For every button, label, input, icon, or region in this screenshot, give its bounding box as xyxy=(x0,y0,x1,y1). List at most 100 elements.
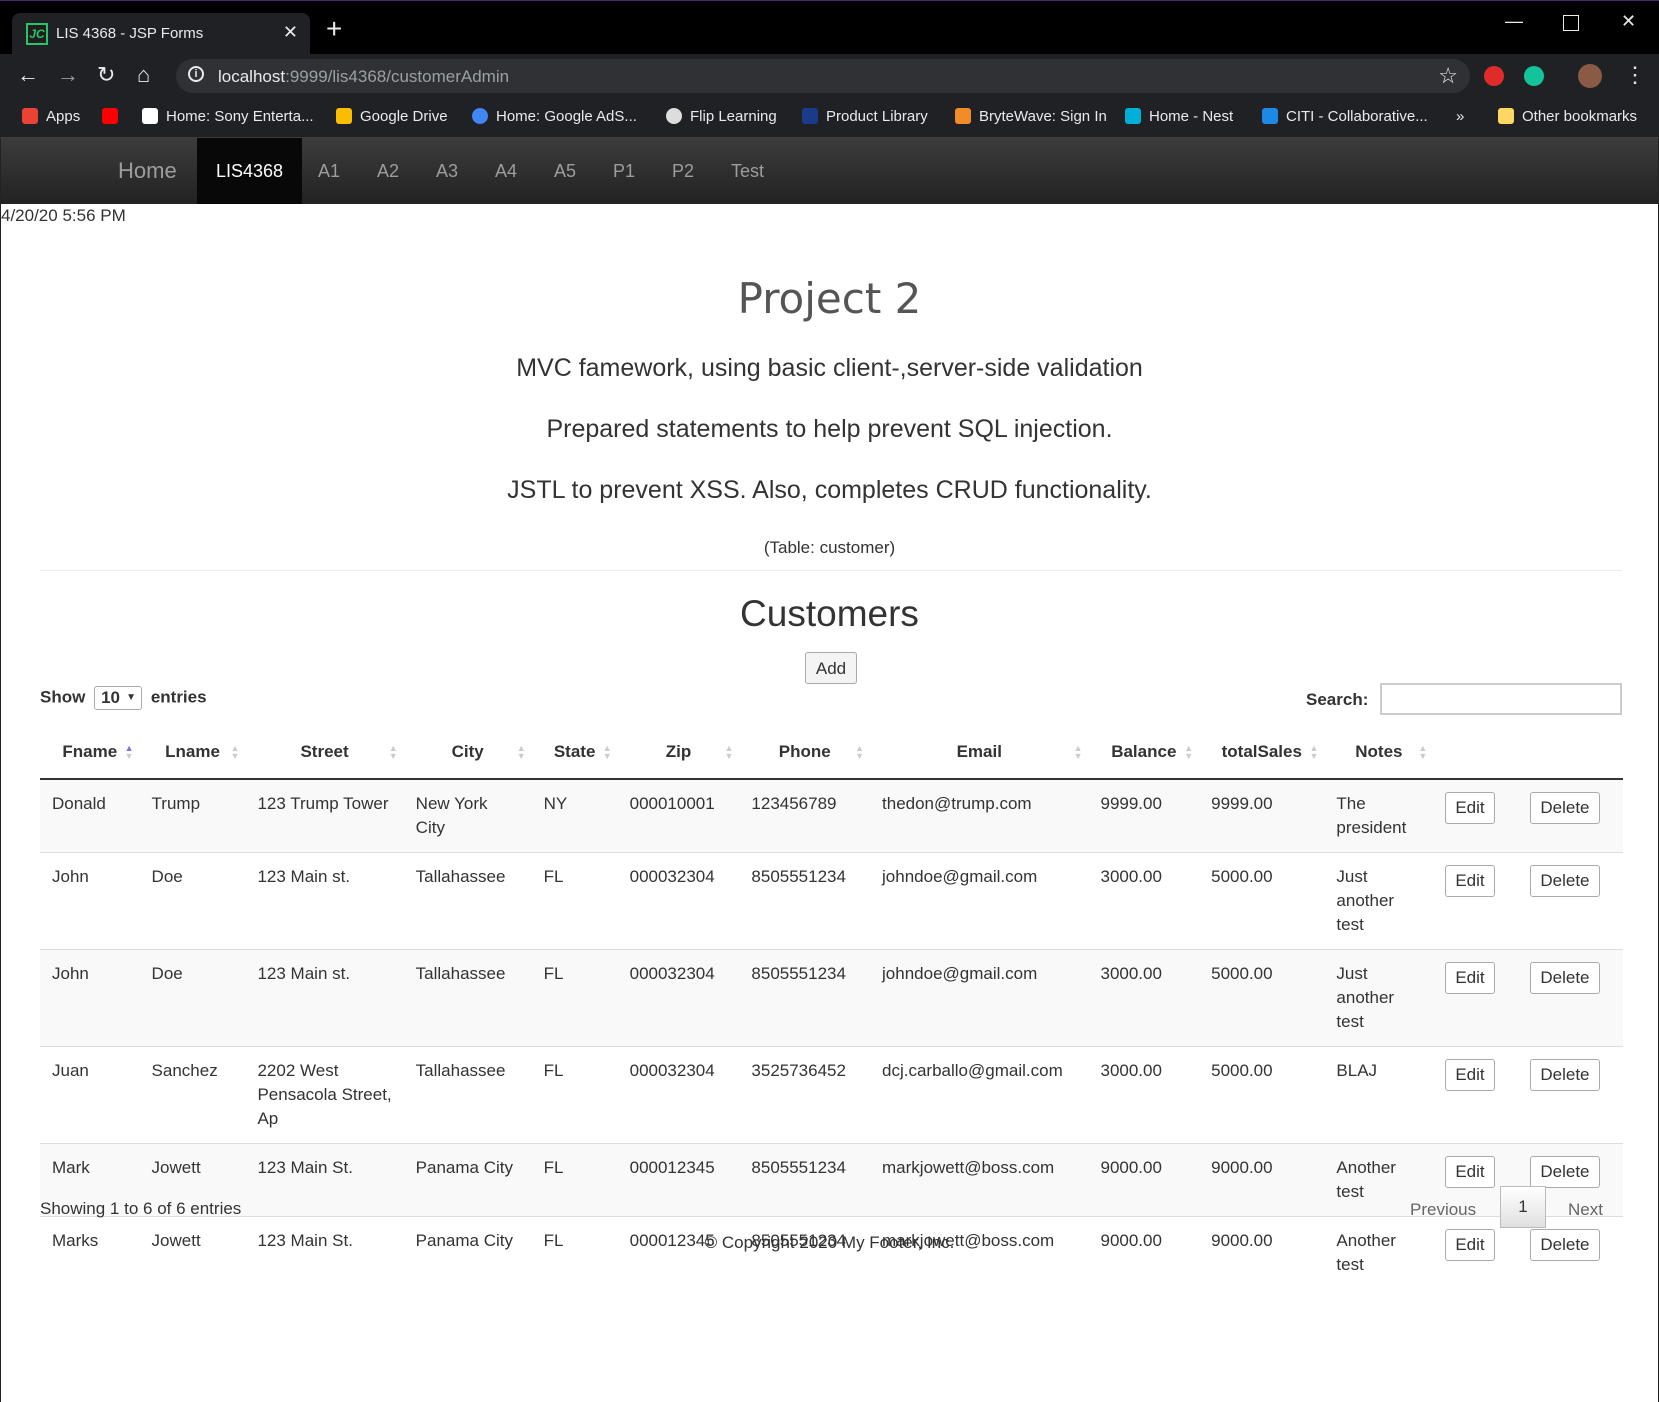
table-cell: johndoe@gmail.com xyxy=(870,852,1089,950)
citi-icon xyxy=(1262,108,1278,124)
tab-close-icon[interactable]: ✕ xyxy=(283,22,298,43)
table-row: Mark Jowett 123 Main St. Panama City FL 00001… xyxy=(40,1143,1623,1217)
profile-avatar[interactable] xyxy=(1578,64,1602,88)
delete-button[interactable]: Delete xyxy=(1530,1059,1600,1091)
page-content: Home LIS4368 A1 A2 A3 A4 A5 P1 P2 Test 4… xyxy=(0,138,1659,1402)
edit-button[interactable]: Edit xyxy=(1445,1156,1495,1188)
nav-item-test[interactable]: Test xyxy=(731,138,764,204)
window-close-icon[interactable]: ✕ xyxy=(1621,11,1636,32)
column-header[interactable]: Email ▲ ▼ xyxy=(870,726,1089,780)
new-tab-icon[interactable]: + xyxy=(326,15,342,43)
description-line-2: Prepared statements to help prevent SQL … xyxy=(546,415,1113,443)
nav-item-a5[interactable]: A5 xyxy=(554,138,576,204)
table-cell: 2202 West Pensacola Street, Ap xyxy=(245,1046,404,1144)
address-bar[interactable]: i localhost:9999/lis4368/customerAdmin ☆ xyxy=(176,59,1470,93)
column-header[interactable]: Street ▲ ▼ xyxy=(245,726,404,780)
table-cell: New York City xyxy=(403,778,532,853)
entries-select[interactable]: 10 ▼ xyxy=(94,686,143,710)
product-library-icon xyxy=(802,108,818,124)
bookmark-star-icon[interactable]: ☆ xyxy=(1438,63,1458,89)
sort-arrows-icon: ▲ ▼ xyxy=(1418,743,1428,761)
column-header[interactable]: Fname ▲ ▼ xyxy=(40,726,140,780)
delete-button[interactable]: Delete xyxy=(1530,865,1600,897)
site-info-icon[interactable]: i xyxy=(188,66,204,82)
nav-item-lis4368[interactable]: LIS4368 xyxy=(197,138,303,204)
nav-item-a1[interactable]: A1 xyxy=(318,138,340,204)
table-cell: Tallahassee xyxy=(403,1046,532,1144)
nav-item-a3[interactable]: A3 xyxy=(436,138,458,204)
edit-button[interactable]: Edit xyxy=(1445,792,1495,824)
edit-cell: Edit xyxy=(1433,852,1519,950)
bookmark-product-library[interactable]: Product Library xyxy=(802,108,928,125)
column-header[interactable]: totalSales ▲ ▼ xyxy=(1199,726,1325,780)
menu-kebab-icon[interactable]: ⋮ xyxy=(1624,62,1646,88)
table-cell: markjowett@boss.com xyxy=(870,1143,1089,1217)
next-page-button[interactable]: Next xyxy=(1568,1200,1603,1220)
more-bookmarks-chevron-icon[interactable]: » xyxy=(1456,108,1464,125)
previous-page-button[interactable]: Previous xyxy=(1410,1200,1476,1220)
reload-icon[interactable]: ↻ xyxy=(97,62,115,88)
column-header[interactable]: City ▲ ▼ xyxy=(403,726,532,780)
table-cell: 5000.00 xyxy=(1199,1046,1325,1144)
nav-item-p1[interactable]: P1 xyxy=(613,138,635,204)
sort-arrows-icon: ▲ ▼ xyxy=(602,743,612,761)
table-cell: Panama City xyxy=(403,1143,532,1217)
browser-toolbar: ← → ↻ ⌂ i localhost:9999/lis4368/custome… xyxy=(0,54,1659,98)
column-header[interactable]: Lname ▲ ▼ xyxy=(139,726,246,780)
search-input[interactable] xyxy=(1380,683,1622,715)
column-header-actions xyxy=(1518,726,1623,780)
maximize-icon[interactable] xyxy=(1563,15,1579,31)
bookmark-apps[interactable]: Apps xyxy=(22,108,80,125)
browser-titlebar: JC LIS 4368 - JSP Forms ✕ + — ✕ xyxy=(0,0,1659,55)
home-icon[interactable]: ⌂ xyxy=(137,62,150,88)
browser-tab[interactable]: JC LIS 4368 - JSP Forms ✕ xyxy=(12,13,310,55)
description-line-3: JSTL to prevent XSS. Also, completes CRU… xyxy=(507,476,1152,504)
table-cell: FL xyxy=(531,852,618,950)
table-cell: 123 Main st. xyxy=(245,949,404,1047)
add-button[interactable]: Add xyxy=(805,652,857,684)
column-header[interactable]: Phone ▲ ▼ xyxy=(739,726,871,780)
minimize-icon[interactable]: — xyxy=(1505,11,1523,32)
delete-button[interactable]: Delete xyxy=(1530,1156,1600,1188)
bookmark-brytewave[interactable]: BryteWave: Sign In xyxy=(955,108,1107,125)
column-header-actions xyxy=(1433,726,1519,780)
bookmark-other[interactable]: Other bookmarks xyxy=(1498,108,1637,125)
table-cell: FL xyxy=(531,1046,618,1144)
dropdown-arrow-icon: ▼ xyxy=(126,692,137,703)
page-1-button[interactable]: 1 xyxy=(1500,1186,1546,1228)
delete-button[interactable]: Delete xyxy=(1530,792,1600,824)
column-header[interactable]: Balance ▲ ▼ xyxy=(1088,726,1200,780)
delete-button[interactable]: Delete xyxy=(1530,962,1600,994)
nav-brand-home[interactable]: Home xyxy=(118,138,177,204)
bookmark-citi[interactable]: CITI - Collaborative... xyxy=(1262,108,1428,125)
delete-cell: Delete xyxy=(1518,1046,1623,1144)
column-header-label: Phone xyxy=(778,742,831,761)
edit-button[interactable]: Edit xyxy=(1445,962,1495,994)
bookmark-flip-learning[interactable]: Flip Learning xyxy=(666,108,777,125)
column-header[interactable]: Zip ▲ ▼ xyxy=(617,726,740,780)
nav-item-p2[interactable]: P2 xyxy=(672,138,694,204)
bookmark-google-ads[interactable]: Home: Google AdS... xyxy=(472,108,637,125)
forward-arrow-icon[interactable]: → xyxy=(57,62,79,88)
grammarly-extension-icon[interactable] xyxy=(1524,66,1544,86)
column-header[interactable]: Notes ▲ ▼ xyxy=(1324,726,1434,780)
edit-button[interactable]: Edit xyxy=(1445,1059,1495,1091)
table-cell: 000032304 xyxy=(617,852,740,950)
table-cell: 9000.00 xyxy=(1199,1143,1325,1217)
url-text: localhost:9999/lis4368/customerAdmin xyxy=(218,67,510,86)
adblock-extension-icon[interactable] xyxy=(1484,66,1504,86)
bookmark-google-drive[interactable]: Google Drive xyxy=(336,108,448,125)
sort-arrows-icon: ▲ ▼ xyxy=(1309,743,1319,761)
table-cell: Tallahassee xyxy=(403,852,532,950)
table-cell: Just another test xyxy=(1324,852,1434,950)
nav-item-a2[interactable]: A2 xyxy=(377,138,399,204)
bookmark-youtube[interactable] xyxy=(102,108,126,125)
column-header[interactable]: State ▲ ▼ xyxy=(531,726,618,780)
sort-arrows-icon: ▲ ▼ xyxy=(1073,743,1083,761)
bookmark-nest[interactable]: Home - Nest xyxy=(1125,108,1233,125)
back-arrow-icon[interactable]: ← xyxy=(17,62,39,88)
edit-button[interactable]: Edit xyxy=(1445,865,1495,897)
nav-item-a4[interactable]: A4 xyxy=(495,138,517,204)
page-footer: © Copyright 2020 My Footer, Inc. xyxy=(704,1233,955,1252)
bookmark-sony[interactable]: Home: Sony Enterta... xyxy=(142,108,314,125)
